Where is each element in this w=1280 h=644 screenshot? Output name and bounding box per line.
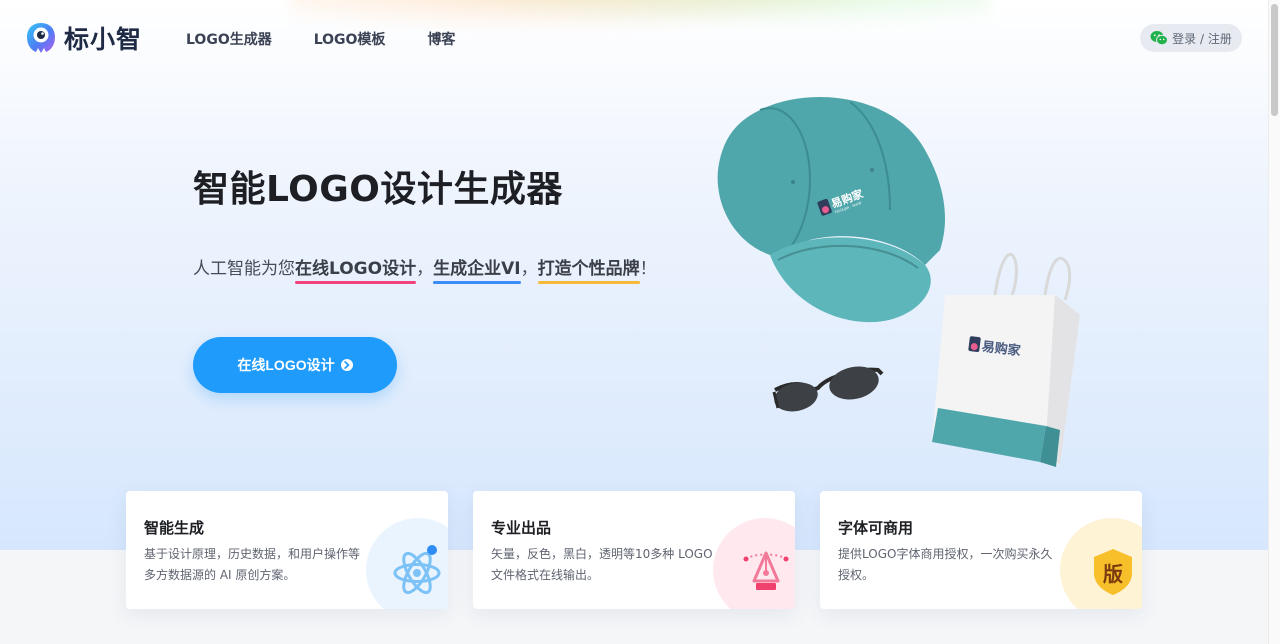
merchandise-illustration: 易购家 YIGOUJIA · SHOP 易购家 bbox=[717, 97, 1080, 467]
subtitle-highlight-online-design: 在线LOGO设计 bbox=[295, 254, 417, 284]
scrollbar-thumb[interactable] bbox=[1271, 4, 1278, 116]
feature-description: 提供LOGO字体商用授权，一次购买永久授权。 bbox=[838, 547, 1053, 582]
hero-title: 智能LOGO设计生成器 bbox=[193, 169, 563, 210]
subtitle-text-2: ， bbox=[416, 259, 434, 279]
shopping-bag-image: 易购家 bbox=[932, 252, 1080, 467]
sunglasses-image bbox=[772, 366, 884, 412]
feature-description: 矢量，反色，黑白，透明等10多种 LOGO 文件格式在线输出。 bbox=[491, 547, 713, 582]
pen-tool-icon bbox=[743, 551, 789, 590]
copyright-shield-icon: 版 bbox=[1094, 549, 1132, 595]
subtitle-text-4: ！ bbox=[639, 259, 657, 279]
subtitle-highlight-brand: 打造个性品牌 bbox=[537, 254, 640, 284]
feature-card-commercial-fonts: 字体可商用 提供LOGO字体商用授权，一次购买永久授权。 版 bbox=[820, 491, 1142, 609]
cta-label: 在线LOGO设计 bbox=[237, 357, 335, 373]
wechat-icon bbox=[1150, 31, 1169, 46]
subtitle-highlight-vi: 生成企业VI bbox=[433, 254, 522, 284]
feature-card-professional-output: 专业出品 矢量，反色，黑白，透明等10多种 LOGO 文件格式在线输出。 bbox=[473, 491, 795, 609]
subtitle-text-1: 人工智能为您 bbox=[193, 259, 295, 279]
subtitle-text-3: ， bbox=[520, 259, 538, 279]
copyright-badge-text: 版 bbox=[1103, 562, 1123, 586]
feature-title: 智能生成 bbox=[144, 519, 205, 537]
arrow-circle-right-icon bbox=[340, 359, 353, 371]
nav-blog[interactable]: 博客 bbox=[427, 29, 455, 49]
login-register-label: 登录 / 注册 bbox=[1172, 31, 1232, 46]
brand-name: 标小智 bbox=[64, 25, 143, 54]
feature-description: 基于设计原理，历史数据，和用户操作等多方数据源的 AI 原创方案。 bbox=[144, 547, 361, 582]
atom-icon bbox=[393, 545, 441, 595]
hero-subtitle: 人工智能为您在线LOGO设计，生成企业VI，打造个性品牌！ bbox=[193, 254, 657, 284]
login-register-button[interactable]: 登录 / 注册 bbox=[1140, 24, 1242, 52]
feature-card-smart-generation: 智能生成 基于设计原理，历史数据，和用户操作等多方数据源的 AI 原创方案。 bbox=[126, 491, 448, 609]
nav-logo-templates[interactable]: LOGO模板 bbox=[314, 29, 386, 49]
feature-title: 字体可商用 bbox=[838, 519, 914, 537]
online-logo-design-button[interactable]: 在线LOGO设计 bbox=[193, 337, 397, 393]
nav-logo-generator[interactable]: LOGO生成器 bbox=[186, 29, 272, 49]
feature-title: 专业出品 bbox=[491, 519, 552, 537]
page-scrollbar[interactable] bbox=[1268, 0, 1280, 644]
main-nav: LOGO生成器 LOGO模板 博客 bbox=[186, 29, 497, 49]
cap-image: 易购家 YIGOUJIA · SHOP bbox=[717, 97, 945, 323]
brand-logo[interactable]: 标小智 bbox=[24, 20, 142, 56]
mascot-logo-icon bbox=[27, 23, 55, 53]
